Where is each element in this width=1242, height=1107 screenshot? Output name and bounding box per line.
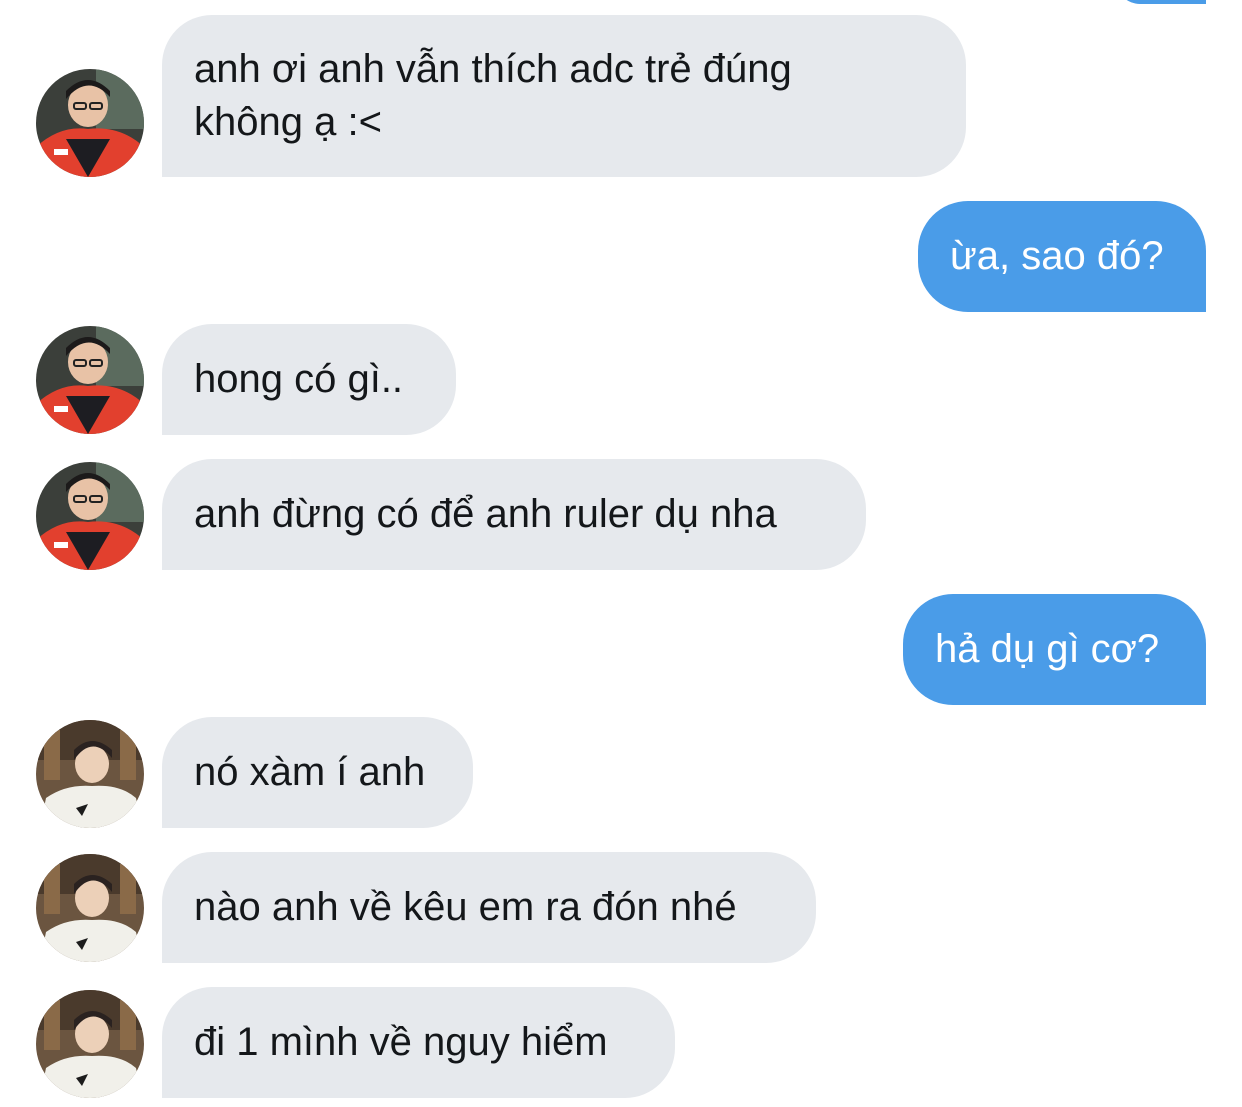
avatar-a-image xyxy=(36,462,144,570)
message-bubble-incoming[interactable]: anh đừng có để anh ruler dụ nha xyxy=(162,459,866,570)
message-text: nào anh về kêu em ra đón nhé xyxy=(194,885,737,929)
sender-avatar[interactable] xyxy=(36,462,144,570)
message-text: anh đừng có để anh ruler dụ nha xyxy=(194,492,777,536)
message-bubble-outgoing[interactable]: hả dụ gì cơ? xyxy=(903,594,1206,705)
avatar-b-image xyxy=(36,990,144,1098)
avatar-a-image xyxy=(36,326,144,434)
message-text: hong có gì.. xyxy=(194,357,404,401)
message-text: ừa, sao đó? xyxy=(950,234,1164,278)
message-bubble-incoming[interactable]: anh ơi anh vẫn thích adc trẻ đúng không … xyxy=(162,15,966,177)
message-text: nó xàm í anh xyxy=(194,750,426,794)
message-text: đi 1 mình về nguy hiểm xyxy=(194,1020,608,1064)
sender-avatar[interactable] xyxy=(36,854,144,962)
sender-avatar[interactable] xyxy=(36,326,144,434)
message-bubble-incoming[interactable]: đi 1 mình về nguy hiểm xyxy=(162,987,675,1098)
sender-avatar[interactable] xyxy=(36,69,144,177)
message-bubble-incoming[interactable]: nó xàm í anh xyxy=(162,717,473,828)
message-text: hả dụ gì cơ? xyxy=(935,627,1160,671)
message-text: anh ơi anh vẫn thích adc trẻ đúng không … xyxy=(194,47,792,144)
sender-avatar[interactable] xyxy=(36,720,144,828)
avatar-b-image xyxy=(36,720,144,828)
previous-outgoing-bubble[interactable] xyxy=(1116,0,1206,4)
message-bubble-incoming[interactable]: nào anh về kêu em ra đón nhé xyxy=(162,852,816,963)
sender-avatar[interactable] xyxy=(36,990,144,1098)
message-bubble-incoming[interactable]: hong có gì.. xyxy=(162,324,456,435)
message-bubble-outgoing[interactable]: ừa, sao đó? xyxy=(918,201,1206,312)
avatar-b-image xyxy=(36,854,144,962)
avatar-a-image xyxy=(36,69,144,177)
